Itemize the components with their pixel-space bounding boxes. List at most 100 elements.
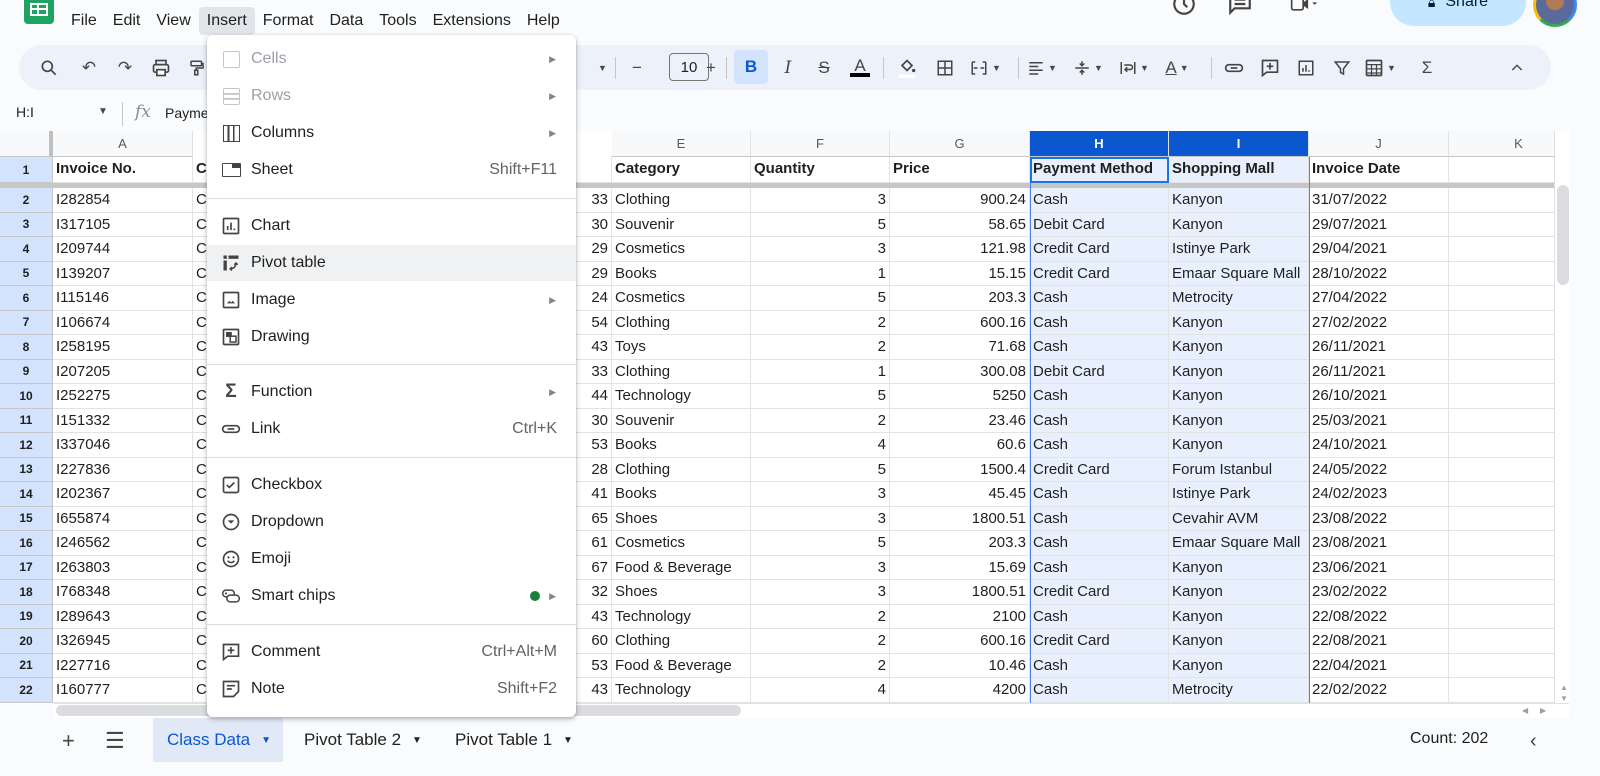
cell-category[interactable]: Food & Beverage <box>612 555 751 580</box>
cell-price[interactable]: 1800.51 <box>890 580 1030 605</box>
cell-price[interactable]: 5250 <box>890 384 1030 409</box>
cell-payment-method[interactable]: Cash <box>1030 653 1169 678</box>
empty-cell[interactable] <box>1449 262 1560 286</box>
empty-cell[interactable] <box>1449 213 1560 237</box>
cell-category[interactable]: Cosmetics <box>612 237 751 262</box>
cell-invoice-date[interactable]: 31/07/2022 <box>1309 188 1449 213</box>
cell-price[interactable]: 71.68 <box>890 335 1030 360</box>
menu-insert[interactable]: Insert <box>198 7 255 35</box>
cell-payment-method[interactable]: Cash <box>1030 188 1169 213</box>
cell-shopping-mall[interactable]: Kanyon <box>1169 408 1309 433</box>
cell-invoice-date[interactable]: 23/06/2021 <box>1309 555 1449 580</box>
cell-shopping-mall[interactable]: Kanyon <box>1169 604 1309 629</box>
menu-item-drawing[interactable]: Drawing <box>207 319 576 355</box>
menu-item-link[interactable]: Link Ctrl+K <box>207 411 576 447</box>
comments-icon[interactable] <box>1226 0 1254 18</box>
sheet-tab-pivot-table-1[interactable]: Pivot Table 1 ▼ <box>441 718 585 762</box>
cell-category[interactable]: Souvenir <box>612 408 751 433</box>
cell-category[interactable]: Toys <box>612 335 751 360</box>
menu-item-emoji[interactable]: Emoji <box>207 541 576 577</box>
empty-cell[interactable] <box>1449 556 1560 580</box>
row-header[interactable]: 19 <box>0 604 53 629</box>
side-panel-toggle-icon[interactable]: ‹ <box>1530 730 1537 753</box>
row-header[interactable]: 4 <box>0 237 53 262</box>
cell-quantity[interactable]: 5 <box>751 457 890 482</box>
cell-invoice-no[interactable]: I151332 <box>53 408 193 433</box>
cell-shopping-mall[interactable]: Istinye Park <box>1169 482 1309 507</box>
cell-invoice-no[interactable]: I202367 <box>53 482 193 507</box>
row-header[interactable]: 9 <box>0 359 53 384</box>
cell-quantity[interactable]: 4 <box>751 433 890 458</box>
cell-invoice-date[interactable]: 29/04/2021 <box>1309 237 1449 262</box>
cell-invoice-no[interactable]: I207205 <box>53 359 193 384</box>
cell-category[interactable]: Books <box>612 261 751 286</box>
menu-format[interactable]: Format <box>255 7 322 35</box>
cell-category[interactable]: Books <box>612 433 751 458</box>
cell-quantity[interactable]: 2 <box>751 408 890 433</box>
cell-invoice-no[interactable]: I252275 <box>53 384 193 409</box>
sheet-tab-pivot-table-2[interactable]: Pivot Table 2 ▼ <box>290 718 434 762</box>
cell-invoice-date[interactable]: 25/03/2021 <box>1309 408 1449 433</box>
header-cell-invoice-date[interactable]: Invoice Date <box>1309 157 1449 183</box>
cell-shopping-mall[interactable]: Kanyon <box>1169 433 1309 458</box>
row-header[interactable]: 8 <box>0 335 53 360</box>
functions-table-icon[interactable]: ▼ <box>1364 53 1396 83</box>
chevron-down-icon[interactable]: ▼ <box>261 735 271 746</box>
empty-cell[interactable] <box>1449 286 1560 311</box>
cell-category[interactable]: Clothing <box>612 457 751 482</box>
column-header-i[interactable]: I <box>1169 131 1309 157</box>
cell-payment-method[interactable]: Cash <box>1030 678 1169 703</box>
empty-cell[interactable] <box>1449 433 1560 458</box>
selection-count-status[interactable]: Count: 202 <box>1410 730 1488 748</box>
menu-item-columns[interactable]: Columns ▶ <box>207 115 576 151</box>
cell-category[interactable]: Books <box>612 482 751 507</box>
empty-cell[interactable] <box>1449 629 1560 654</box>
cell-quantity[interactable]: 3 <box>751 555 890 580</box>
decrease-font-size-button[interactable]: − <box>625 53 649 83</box>
increase-font-size-button[interactable]: + <box>699 53 723 83</box>
column-header-j[interactable]: J <box>1309 131 1449 157</box>
cell-invoice-date[interactable]: 23/02/2022 <box>1309 580 1449 605</box>
vertical-align-icon[interactable]: ▼ <box>1073 53 1103 83</box>
row-header[interactable]: 6 <box>0 286 53 311</box>
cell-payment-method[interactable]: Credit Card <box>1030 629 1169 654</box>
menu-view[interactable]: View <box>148 7 198 35</box>
cell-invoice-date[interactable]: 22/04/2021 <box>1309 653 1449 678</box>
borders-icon[interactable] <box>933 53 957 83</box>
row-header[interactable]: 21 <box>0 653 53 678</box>
empty-cell[interactable] <box>1449 188 1560 213</box>
empty-cell[interactable] <box>1449 409 1560 433</box>
cell-shopping-mall[interactable]: Emaar Square Mall <box>1169 531 1309 556</box>
cell-invoice-no[interactable]: I160777 <box>53 678 193 703</box>
cell-payment-method[interactable]: Cash <box>1030 604 1169 629</box>
menu-extensions[interactable]: Extensions <box>425 7 519 35</box>
cell-invoice-date[interactable]: 24/02/2023 <box>1309 482 1449 507</box>
cell-quantity[interactable]: 3 <box>751 237 890 262</box>
scroll-up-arrow[interactable]: ▲ <box>1560 683 1568 692</box>
cell-price[interactable]: 2100 <box>890 604 1030 629</box>
cell-payment-method[interactable]: Cash <box>1030 506 1169 531</box>
cell-category[interactable]: Technology <box>612 604 751 629</box>
sheet-tab-class-data[interactable]: Class Data ▼ <box>153 718 284 762</box>
menu-item-pivot-table[interactable]: Pivot table <box>207 245 576 281</box>
share-button[interactable]: 🔒︎ Share <box>1390 0 1526 26</box>
row-header[interactable]: 20 <box>0 629 53 654</box>
row-header[interactable]: 2 <box>0 188 53 213</box>
cell-price[interactable]: 203.3 <box>890 286 1030 311</box>
empty-cell[interactable] <box>1449 531 1560 556</box>
menu-edit[interactable]: Edit <box>105 7 149 35</box>
cell-shopping-mall[interactable]: Kanyon <box>1169 212 1309 237</box>
name-box[interactable]: H:I <box>16 104 34 120</box>
text-wrap-icon[interactable]: ▼ <box>1119 53 1149 83</box>
cell-payment-method[interactable]: Credit Card <box>1030 237 1169 262</box>
text-color-button[interactable]: A <box>848 53 872 83</box>
cell-invoice-date[interactable]: 22/08/2021 <box>1309 629 1449 654</box>
cell-price[interactable]: 45.45 <box>890 482 1030 507</box>
cell-payment-method[interactable]: Cash <box>1030 531 1169 556</box>
filter-icon[interactable] <box>1330 53 1354 83</box>
cell-shopping-mall[interactable]: Kanyon <box>1169 310 1309 335</box>
meet-icon[interactable] <box>1290 0 1318 18</box>
cell-invoice-no[interactable]: I258195 <box>53 335 193 360</box>
cell-price[interactable]: 58.65 <box>890 212 1030 237</box>
header-cell-shopping-mall[interactable]: Shopping Mall <box>1169 157 1309 183</box>
